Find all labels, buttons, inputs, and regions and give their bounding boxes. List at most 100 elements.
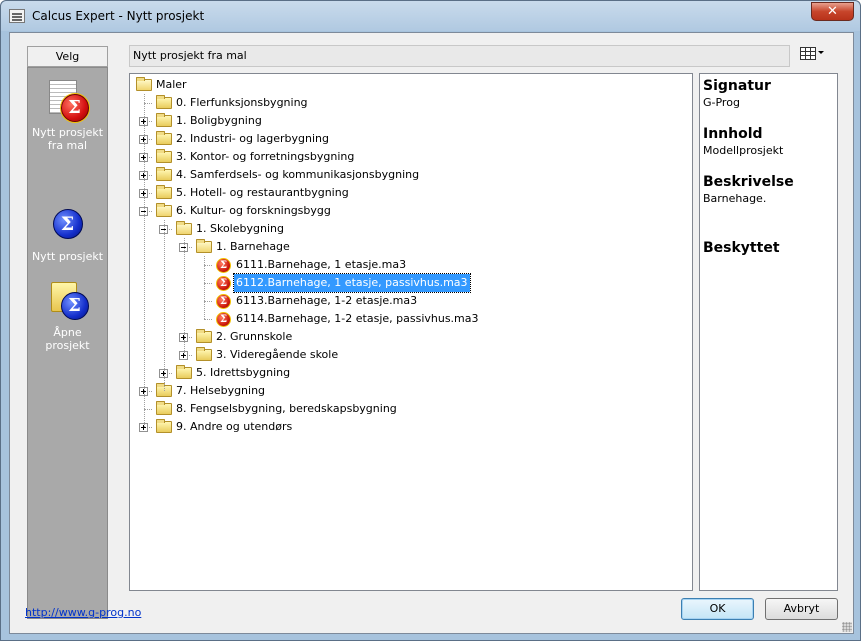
tree-item-label: 6. Kultur- og forskningsbygg	[176, 204, 331, 217]
tree-item-label: 6113.Barnehage, 1-2 etasje.ma3	[236, 294, 418, 307]
tree-connector	[204, 301, 212, 302]
grid-view-icon[interactable]	[800, 47, 816, 60]
folder-icon	[156, 131, 172, 145]
template-sigma-icon: Σ	[45, 78, 91, 126]
tree-folder-item[interactable]: 5. Idrettsbygning	[130, 364, 690, 382]
tree-folder-item[interactable]: 2. Grunnskole	[130, 328, 690, 346]
tree-item-label: 3. Videregående skole	[216, 348, 339, 361]
section-header-field: Nytt prosjekt fra mal	[129, 45, 790, 67]
tree-folder-item[interactable]: 3. Videregående skole	[130, 346, 690, 364]
tree-guide-line	[164, 220, 165, 391]
tree-file-item[interactable]: Σ 6112.Barnehage, 1 etasje, passivhus.ma3	[130, 273, 690, 293]
signatur-heading: Signatur	[703, 78, 771, 94]
tree-guide-line	[204, 256, 205, 319]
tree-file-item[interactable]: Σ 6111.Barnehage, 1 etasje.ma3	[130, 256, 690, 274]
tree-item-label: 4. Samferdsels- og kommunikasjonsbygning	[176, 168, 420, 181]
dialog-client: Velg Σ Nytt prosjekt fra mal Σ Nytt pros…	[9, 32, 854, 634]
tree-guide-line	[144, 94, 145, 427]
folder-open-icon	[136, 77, 152, 91]
tree-item-label: 6114.Barnehage, 1-2 etasje, passivhus.ma…	[236, 312, 479, 325]
tree-item-label: 8. Fengselsbygning, beredskapsbygning	[176, 402, 397, 415]
tree-item-label: 1. Skolebygning	[196, 222, 284, 235]
tree-file-item[interactable]: Σ 6113.Barnehage, 1-2 etasje.ma3	[130, 292, 690, 310]
template-file-icon: Σ	[216, 276, 231, 291]
tree-item-label: 5. Idrettsbygning	[196, 366, 291, 379]
template-file-icon: Σ	[216, 312, 231, 327]
sigma-icon: Σ	[50, 206, 86, 242]
signatur-value: G-Prog	[703, 96, 740, 109]
new-project-label: Nytt prosjekt	[31, 250, 104, 263]
tree-connector	[204, 283, 212, 284]
folder-icon	[156, 419, 172, 433]
tree-item-label: 0. Flerfunksjonsbygning	[176, 96, 308, 109]
tree-connector	[204, 265, 212, 266]
folder-icon	[156, 401, 172, 415]
folder-icon	[176, 365, 192, 379]
new-project-button[interactable]: Σ Nytt prosjekt	[28, 206, 107, 263]
tree-item-label: 7. Helsebygning	[176, 384, 266, 397]
tree-item-label: 6112.Barnehage, 1 etasje, passivhus.ma3	[233, 273, 471, 293]
tree-folder-item[interactable]: 6. Kultur- og forskningsbygg	[130, 202, 690, 220]
tree-folder-item[interactable]: 9. Andre og utendørs	[130, 418, 690, 436]
tree-item-label: 3. Kontor- og forretningsbygning	[176, 150, 355, 163]
folder-sigma-icon: Σ	[45, 278, 91, 324]
tree-item-label: 9. Andre og utendørs	[176, 420, 293, 433]
beskrivelse-value: Barnehage.	[703, 192, 767, 205]
close-button[interactable]: ✕	[811, 2, 854, 21]
tree-item-label: 2. Industri- og lagerbygning	[176, 132, 329, 145]
folder-icon	[156, 185, 172, 199]
resize-grip[interactable]	[842, 622, 852, 632]
folder-icon	[156, 167, 172, 181]
folder-icon	[156, 95, 172, 109]
tree-folder-item[interactable]: 5. Hotell- og restaurantbygning	[130, 184, 690, 202]
ok-button[interactable]: OK	[681, 598, 754, 620]
innhold-heading: Innhold	[703, 126, 763, 142]
cancel-button[interactable]: Avbryt	[765, 598, 838, 620]
close-icon: ✕	[827, 4, 838, 19]
folder-icon	[196, 347, 212, 361]
website-link[interactable]: http://www.g-prog.no	[25, 606, 141, 619]
tree-item-label: 6111.Barnehage, 1 etasje.ma3	[236, 258, 407, 271]
tree-folder-item[interactable]: 3. Kontor- og forretningsbygning	[130, 148, 690, 166]
tree-folder-item[interactable]: 4. Samferdsels- og kommunikasjonsbygning	[130, 166, 690, 184]
tree-folder-item[interactable]: 1. Skolebygning	[130, 220, 690, 238]
beskyttet-heading: Beskyttet	[703, 240, 780, 256]
folder-open-icon	[196, 239, 212, 253]
tree-item-label: 1. Boligbygning	[176, 114, 262, 127]
tree-connector	[144, 409, 152, 410]
dialog-window: Calcus Expert - Nytt prosjekt ✕ Velg Σ N…	[0, 0, 861, 641]
left-panel: Σ Nytt prosjekt fra mal Σ Nytt prosjekt …	[27, 67, 108, 619]
tree-file-item[interactable]: Σ 6114.Barnehage, 1-2 etasje, passivhus.m…	[130, 310, 690, 328]
tree-root-label: Maler	[156, 78, 187, 91]
tree-connector	[204, 319, 212, 320]
tree-folder-item[interactable]: 1. Barnehage	[130, 238, 690, 256]
title-bar[interactable]: Calcus Expert - Nytt prosjekt ✕	[1, 1, 860, 31]
open-project-button[interactable]: Σ Åpne prosjekt	[28, 278, 107, 352]
tree-connector	[144, 103, 152, 104]
tree-folder-item[interactable]: 0. Flerfunksjonsbygning	[130, 94, 690, 112]
tree-guide-line	[184, 238, 185, 355]
info-panel: Signatur G-Prog Innhold Modellprosjekt B…	[699, 73, 838, 591]
folder-open-icon	[156, 203, 172, 217]
tree-folder-item[interactable]: 7. Helsebygning	[130, 382, 690, 400]
chevron-down-icon[interactable]	[818, 51, 824, 54]
app-icon	[9, 9, 25, 23]
left-panel-header: Velg	[27, 46, 108, 67]
new-project-from-template-button[interactable]: Σ Nytt prosjekt fra mal	[28, 78, 107, 152]
tree-item-label: 1. Barnehage	[216, 240, 290, 253]
folder-icon	[196, 329, 212, 343]
tree-folder-item[interactable]: 1. Boligbygning	[130, 112, 690, 130]
template-tree[interactable]: Maler 0. Flerfunksjonsbygning 1. Boligbyg…	[129, 73, 693, 591]
tree-item-label: 5. Hotell- og restaurantbygning	[176, 186, 349, 199]
new-project-from-template-label: Nytt prosjekt fra mal	[31, 126, 104, 152]
tree-folder-item[interactable]: 2. Industri- og lagerbygning	[130, 130, 690, 148]
open-project-label: Åpne prosjekt	[45, 326, 90, 352]
tree-folder-item[interactable]: 8. Fengselsbygning, beredskapsbygning	[130, 400, 690, 418]
template-file-icon: Σ	[216, 258, 231, 273]
template-file-icon: Σ	[216, 294, 231, 309]
beskrivelse-heading: Beskrivelse	[703, 174, 794, 190]
folder-icon	[156, 149, 172, 163]
tree-root[interactable]: Maler	[136, 76, 336, 94]
tree-item-label: 2. Grunnskole	[216, 330, 293, 343]
folder-open-icon	[176, 221, 192, 235]
